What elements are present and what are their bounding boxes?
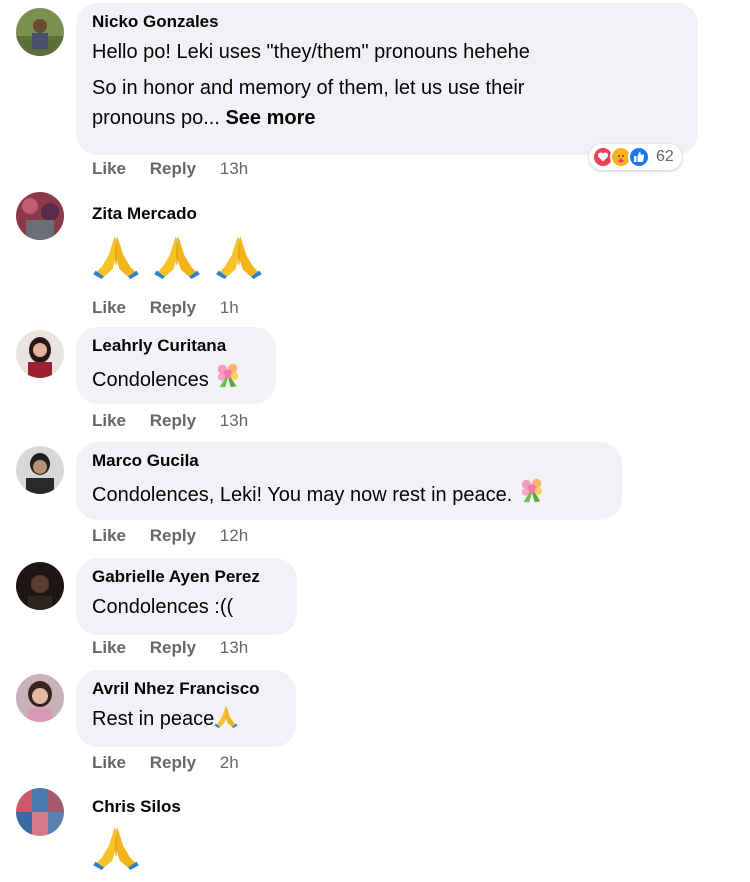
praying-hands-emoji: [214, 706, 238, 728]
like-button[interactable]: Like: [92, 638, 126, 657]
avatar[interactable]: [16, 788, 64, 836]
like-button[interactable]: Like: [92, 159, 126, 178]
timestamp[interactable]: 2h: [220, 753, 239, 772]
reply-button[interactable]: Reply: [150, 753, 196, 772]
comment-text: Condolences :((: [92, 592, 281, 622]
avatar[interactable]: [16, 192, 64, 240]
praying-hands-emoji: [92, 235, 140, 279]
comment-content: Zita Mercado: [92, 203, 265, 279]
commenter-name[interactable]: Avril Nhez Francisco: [92, 678, 280, 700]
emoji-line: [92, 231, 265, 279]
commenter-name[interactable]: Nicko Gonzales: [92, 11, 682, 33]
comment-text: Condolences, Leki! You may now rest in p…: [92, 476, 606, 510]
comment-text-content: Condolences: [92, 369, 209, 391]
comment-actions: Like Reply 2h: [92, 753, 239, 773]
reply-button[interactable]: Reply: [150, 411, 196, 430]
comment-text: Condolences: [92, 361, 260, 395]
praying-hands-emoji: [154, 235, 201, 279]
comment-text-content: Condolences, Leki! You may now rest in p…: [92, 484, 513, 506]
avatar[interactable]: [16, 562, 64, 610]
commenter-name[interactable]: Zita Mercado: [92, 203, 265, 225]
comment-actions: Like Reply 13h: [92, 159, 248, 179]
avatar[interactable]: [16, 446, 64, 494]
avatar[interactable]: [16, 674, 64, 722]
comment-bubble: Gabrielle Ayen Perez Condolences :((: [76, 558, 297, 635]
comment-text: Hello po! Leki uses "they/them" pronouns…: [92, 37, 682, 133]
praying-hands-emoji: [92, 826, 140, 870]
reactions-summary[interactable]: 62: [589, 144, 682, 170]
like-button[interactable]: Like: [92, 753, 126, 772]
like-icon: [628, 146, 650, 168]
reaction-count: 62: [656, 148, 674, 165]
praying-hands-emoji: [215, 235, 263, 279]
comment-line: So in honor and memory of them, let us u…: [92, 77, 525, 99]
emoji-line: [92, 822, 181, 872]
comment-actions: Like Reply 12h: [92, 526, 248, 546]
reply-button[interactable]: Reply: [150, 298, 196, 317]
timestamp[interactable]: 13h: [220, 411, 248, 430]
commenter-name[interactable]: Gabrielle Ayen Perez: [92, 566, 281, 588]
comment-actions: Like Reply 1h: [92, 298, 239, 318]
timestamp[interactable]: 1h: [220, 298, 239, 317]
comment-actions: Like Reply 13h: [92, 638, 248, 658]
comment-text-content: Condolences :((: [92, 596, 234, 618]
timestamp[interactable]: 12h: [220, 526, 248, 545]
reply-button[interactable]: Reply: [150, 526, 196, 545]
comment-text-content: Rest in peace: [92, 708, 215, 730]
like-button[interactable]: Like: [92, 298, 126, 317]
bouquet-emoji: [218, 363, 239, 388]
commenter-name[interactable]: Chris Silos: [92, 796, 181, 818]
see-more-link[interactable]: See more: [225, 107, 315, 129]
commenter-name[interactable]: Marco Gucila: [92, 450, 606, 472]
commenter-name[interactable]: Leahrly Curitana: [92, 335, 260, 357]
like-button[interactable]: Like: [92, 526, 126, 545]
bouquet-emoji: [521, 478, 543, 503]
comment-text: Rest in peace: [92, 704, 280, 734]
timestamp[interactable]: 13h: [220, 159, 248, 178]
reply-button[interactable]: Reply: [150, 159, 196, 178]
comment-actions: Like Reply 13h: [92, 411, 248, 431]
comment-line: Hello po! Leki uses "they/them" pronouns…: [92, 41, 530, 63]
comment-line: pronouns po...: [92, 107, 220, 129]
comment-bubble: Nicko Gonzales Hello po! Leki uses "they…: [76, 3, 698, 155]
comment-bubble: Leahrly Curitana Condolences: [76, 327, 276, 404]
avatar[interactable]: [16, 8, 64, 56]
avatar[interactable]: [16, 330, 64, 378]
comment-bubble: Avril Nhez Francisco Rest in peace: [76, 670, 296, 747]
timestamp[interactable]: 13h: [220, 638, 248, 657]
comment-content: Chris Silos: [92, 796, 181, 872]
comment-bubble: Marco Gucila Condolences, Leki! You may …: [76, 442, 622, 520]
reply-button[interactable]: Reply: [150, 638, 196, 657]
like-button[interactable]: Like: [92, 411, 126, 430]
